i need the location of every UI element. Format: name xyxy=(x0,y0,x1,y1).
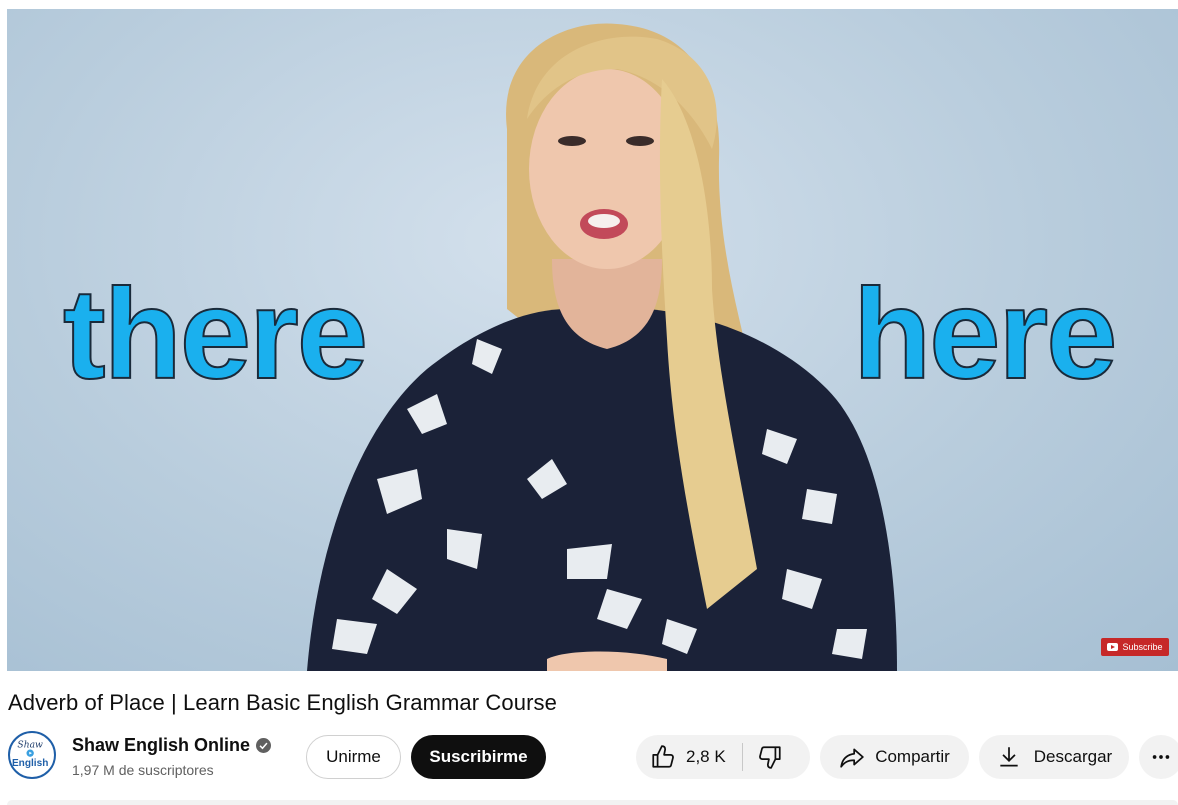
thumbs-down-icon xyxy=(757,744,783,770)
dislike-button[interactable] xyxy=(757,744,783,770)
like-count: 2,8 K xyxy=(686,747,726,766)
subscribe-watermark[interactable]: Subscribe xyxy=(1101,638,1169,656)
join-button[interactable]: Unirme xyxy=(306,735,401,779)
share-icon xyxy=(839,744,865,770)
share-button[interactable]: Compartir xyxy=(820,735,969,779)
channel-name-row[interactable]: Shaw English Online xyxy=(72,735,272,756)
download-label: Descargar xyxy=(1033,747,1113,766)
subscribe-button[interactable]: Suscribirme xyxy=(411,735,546,779)
share-label: Compartir xyxy=(875,747,950,766)
like-dislike-group: 2,8 K xyxy=(636,735,810,779)
channel-avatar[interactable]: Shaw English xyxy=(8,731,56,779)
avatar-text-bottom: English xyxy=(12,758,48,769)
channel-name[interactable]: Shaw English Online xyxy=(72,735,250,756)
video-player[interactable]: there here Subscribe xyxy=(7,9,1178,671)
presenter-figure xyxy=(307,23,897,671)
thumbs-up-icon xyxy=(650,744,676,770)
channel-logo-icon: Shaw English xyxy=(12,740,48,769)
more-horizontal-icon xyxy=(1150,746,1172,768)
description-box-edge[interactable] xyxy=(7,800,1178,805)
download-button[interactable]: Descargar xyxy=(979,735,1129,779)
video-title: Adverb of Place | Learn Basic English Gr… xyxy=(8,690,557,715)
subscriber-count: 1,97 M de suscriptores xyxy=(72,762,214,778)
more-actions-button[interactable] xyxy=(1139,735,1178,779)
youtube-logo-icon xyxy=(1107,643,1119,651)
avatar-text-top: Shaw xyxy=(17,740,43,751)
download-icon xyxy=(996,744,1022,770)
verified-check-icon xyxy=(256,738,272,753)
like-divider xyxy=(741,743,743,771)
like-button[interactable]: 2,8 K xyxy=(650,744,726,770)
subscribe-watermark-label: Subscribe xyxy=(1122,642,1163,652)
